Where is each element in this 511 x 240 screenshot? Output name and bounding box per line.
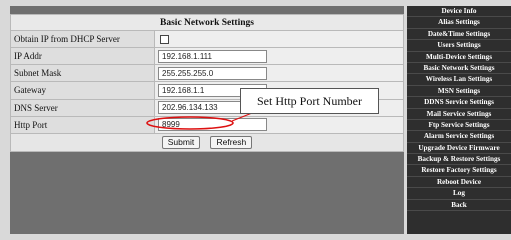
sidebar-item-alarm-service-settings[interactable]: Alarm Service Settings — [407, 131, 511, 143]
sidebar-menu: Device Info Alias Settings Date&Time Set… — [407, 6, 511, 234]
sidebar-item-users-settings[interactable]: Users Settings — [407, 40, 511, 52]
gateway-label: Gateway — [10, 81, 155, 100]
sidebar-item-alias-settings[interactable]: Alias Settings — [407, 17, 511, 29]
sidebar-item-restore-factory-settings[interactable]: Restore Factory Settings — [407, 165, 511, 177]
screenshot-frame: Basic Network Settings Obtain IP from DH… — [0, 0, 511, 240]
refresh-button[interactable]: Refresh — [210, 135, 253, 149]
http-port-label: Http Port — [10, 115, 155, 134]
submit-button[interactable]: Submit — [161, 135, 201, 149]
form-row-dhcp: Obtain IP from DHCP Server — [10, 30, 404, 49]
form-row-subnet: Subnet Mask 255.255.255.0 — [10, 64, 404, 83]
subnet-mask-input[interactable]: 255.255.255.0 — [158, 66, 267, 80]
sidebar-item-basic-network-settings[interactable]: Basic Network Settings — [407, 63, 511, 75]
main-panel: Basic Network Settings Obtain IP from DH… — [10, 6, 404, 234]
basic-network-settings-form: Basic Network Settings Obtain IP from DH… — [10, 13, 404, 153]
dhcp-label: Obtain IP from DHCP Server — [10, 30, 155, 49]
sidebar-item-reboot-device[interactable]: Reboot Device — [407, 177, 511, 189]
sidebar-item-back[interactable]: Back — [407, 200, 511, 212]
sidebar-item-log[interactable]: Log — [407, 188, 511, 200]
sidebar-item-ddns-service-settings[interactable]: DDNS Service Settings — [407, 97, 511, 109]
form-row-http-port: Http Port 8999 — [10, 115, 404, 134]
sidebar-item-msn-settings[interactable]: MSN Settings — [407, 86, 511, 98]
dhcp-checkbox[interactable] — [160, 35, 169, 45]
sidebar-item-datetime-settings[interactable]: Date&Time Settings — [407, 29, 511, 41]
ip-addr-input[interactable]: 192.168.1.111 — [158, 49, 267, 63]
sidebar-item-wireless-lan-settings[interactable]: Wireless Lan Settings — [407, 74, 511, 86]
sidebar-item-upgrade-device-firmware[interactable]: Upgrade Device Firmware — [407, 143, 511, 155]
sidebar-item-multi-device-settings[interactable]: Multi-Device Settings — [407, 52, 511, 63]
sidebar-item-mail-service-settings[interactable]: Mail Service Settings — [407, 109, 511, 120]
http-port-input[interactable]: 8999 — [158, 118, 267, 132]
dns-server-label: DNS Server — [10, 98, 155, 117]
sidebar-item-ftp-service-settings[interactable]: Ftp Service Settings — [407, 120, 511, 132]
form-row-ip: IP Addr 192.168.1.111 — [10, 47, 404, 66]
sidebar-item-backup-restore-settings[interactable]: Backup & Restore Settings — [407, 154, 511, 166]
subnet-mask-label: Subnet Mask — [10, 64, 155, 83]
ip-addr-label: IP Addr — [10, 47, 155, 66]
annotation-callout: Set Http Port Number — [240, 88, 379, 114]
sidebar-item-device-info[interactable]: Device Info — [407, 6, 511, 18]
form-title: Basic Network Settings — [10, 13, 404, 32]
